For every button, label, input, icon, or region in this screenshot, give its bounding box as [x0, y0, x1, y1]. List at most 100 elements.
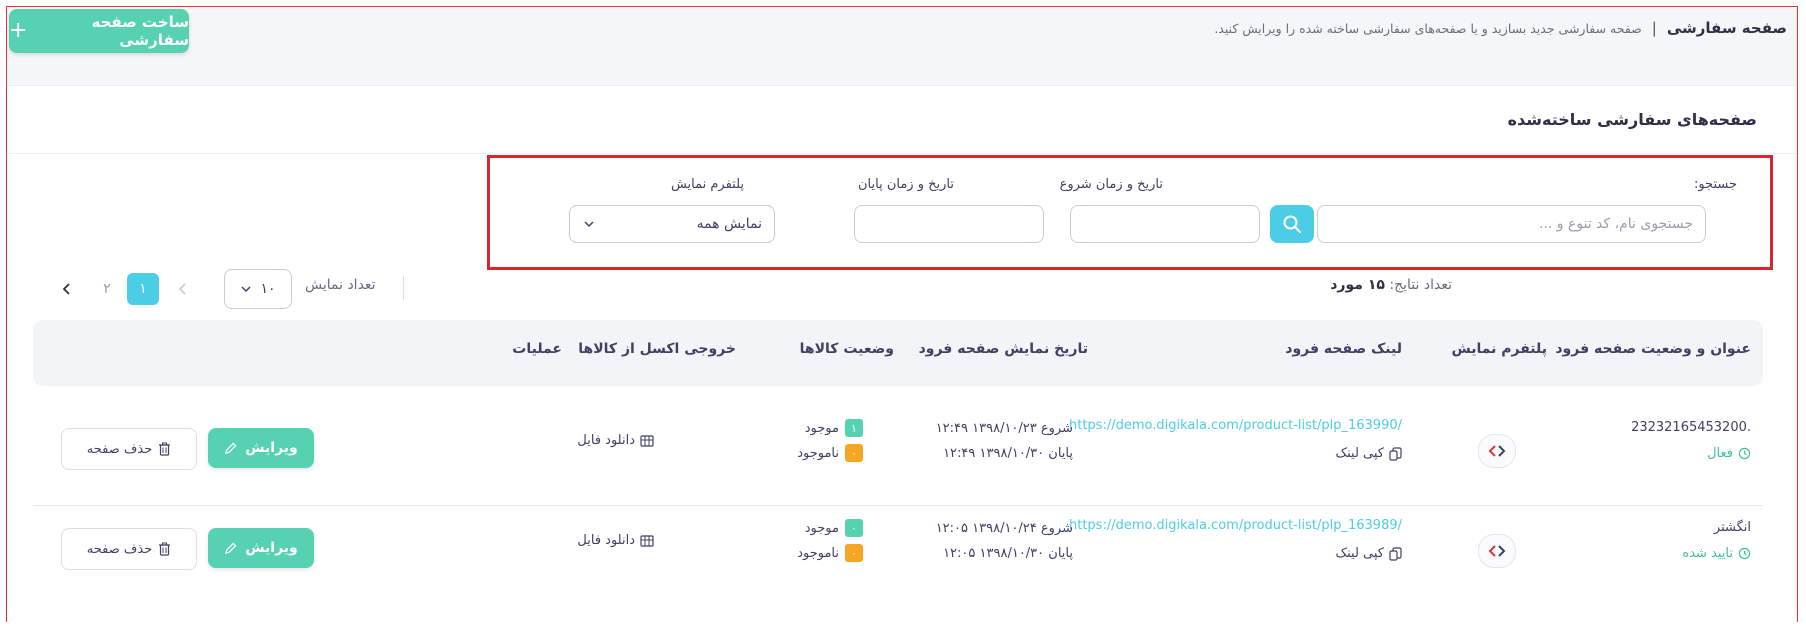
edit-button[interactable]: ویرایش: [208, 528, 314, 568]
download-label: دانلود فایل: [577, 533, 635, 548]
row-start-date: شروع ۱۳۹۸/۱۰/۲۳ ۱۲:۴۹: [935, 421, 1073, 436]
prev-page-button[interactable]: [167, 273, 199, 305]
next-page-button[interactable]: [51, 273, 83, 305]
results-label: تعداد نتایج:: [1389, 277, 1452, 293]
trash-icon: [159, 542, 171, 556]
col-excel: خروجی اکسل از کالاها: [578, 341, 736, 357]
platform-badge: [1478, 434, 1516, 468]
pager-separator: [403, 276, 404, 300]
chevron-left-icon: [178, 283, 186, 295]
row-title: .23232165453200: [1631, 420, 1751, 435]
platform-select-value: نمایش همه: [696, 216, 762, 232]
row-status: فعال: [1707, 446, 1751, 461]
stock-unavailable: ۰ ناموجود: [797, 544, 863, 562]
chevron-down-icon: [584, 221, 594, 228]
edit-button[interactable]: ویرایش: [208, 428, 314, 468]
chevron-down-icon: [241, 286, 251, 293]
page-1-button[interactable]: ۱: [127, 273, 159, 305]
trash-icon: [159, 442, 171, 456]
page-title: صفحه سفارشی: [1666, 19, 1787, 37]
start-date-input[interactable]: [1070, 205, 1260, 243]
stock-available: ۰ موجود: [805, 519, 863, 537]
available-label: موجود: [804, 520, 839, 536]
card-divider: [7, 153, 1797, 154]
pencil-icon: [225, 542, 237, 554]
row-link[interactable]: https://demo.digikala.com/product-list/p…: [1069, 518, 1402, 533]
results-value: ۱۵ مورد: [1330, 277, 1385, 293]
unavailable-count: ۰: [845, 444, 863, 462]
download-file-button[interactable]: دانلود فایل: [577, 533, 654, 548]
start-date-label: تاریخ و زمان شروع: [1059, 177, 1163, 192]
pencil-icon: [225, 442, 237, 454]
row-link[interactable]: https://demo.digikala.com/product-list/p…: [1069, 418, 1402, 433]
chevron-left-icon: [62, 283, 70, 295]
copy-icon: [1389, 446, 1402, 461]
copy-link-label: کپی لینک: [1335, 546, 1384, 561]
search-label: جستجو:: [1693, 177, 1737, 192]
row-status-label: فعال: [1707, 446, 1733, 461]
digikala-logo-icon: [1488, 545, 1506, 557]
col-title: عنوان و وضعیت صفحه فرود: [1555, 341, 1751, 357]
col-actions: عملیات: [512, 341, 562, 357]
search-input[interactable]: جستجوی نام، کد تنوع و ...: [1317, 205, 1706, 243]
row-end-date: پایان ۱۳۹۸/۱۰/۳۰ ۱۲:۰۵: [943, 546, 1073, 561]
heading-separator: |: [1651, 19, 1657, 37]
pagination-bar: تعداد نتایج: ۱۵ مورد تعداد نمایش ۱۰ ۱ ۲: [7, 262, 1797, 312]
stock-unavailable: ۰ ناموجود: [797, 444, 863, 462]
clock-icon: [1738, 447, 1751, 460]
available-count: ۱: [845, 419, 863, 437]
results-count: تعداد نتایج: ۱۵ مورد: [1330, 277, 1452, 293]
unavailable-label: ناموجود: [797, 445, 839, 461]
per-page-value: ۱۰: [260, 281, 276, 297]
delete-page-button[interactable]: حذف صفحه: [61, 428, 197, 470]
download-file-button[interactable]: دانلود فایل: [577, 433, 654, 448]
table-row: انگشتر تایید شده https://demo.digikala.c…: [33, 506, 1763, 606]
col-platform: پلتفرم نمایش: [1451, 341, 1547, 357]
platform-badge: [1478, 534, 1516, 568]
copy-icon: [1389, 546, 1402, 561]
unavailable-label: ناموجود: [797, 545, 839, 561]
stock-available: ۱ موجود: [805, 419, 863, 437]
edit-label: ویرایش: [245, 540, 298, 556]
copy-link-label: کپی لینک: [1335, 446, 1384, 461]
edit-label: ویرایش: [245, 440, 298, 456]
row-end-date: پایان ۱۳۹۸/۱۰/۳۰ ۱۲:۴۹: [943, 446, 1073, 461]
available-count: ۰: [845, 519, 863, 537]
per-page-select[interactable]: ۱۰: [224, 269, 292, 309]
end-date-label: تاریخ و زمان پایان: [858, 177, 954, 192]
available-label: موجود: [804, 420, 839, 436]
clock-icon: [1738, 547, 1751, 560]
row-title: انگشتر: [1713, 520, 1751, 535]
unavailable-count: ۰: [845, 544, 863, 562]
row-status-label: تایید شده: [1682, 546, 1733, 561]
delete-page-button[interactable]: حذف صفحه: [61, 528, 197, 570]
digikala-logo-icon: [1488, 445, 1506, 457]
plus-icon: +: [9, 18, 28, 43]
page-header: ساخت صفحه سفارشی + صفحه سفارشی | صفحه سف…: [7, 7, 1797, 85]
page-description: صفحه سفارشی جدید بسازید و یا صفحه‌های سف…: [1214, 20, 1642, 36]
col-link: لینک صفحه فرود: [1285, 341, 1402, 357]
page-heading: صفحه سفارشی | صفحه سفارشی جدید بسازید و …: [1214, 19, 1787, 37]
filter-panel: جستجو: جستجوی نام، کد تنوع و ... تاریخ و…: [487, 155, 1773, 270]
card-title: صفحه‌های سفارشی ساخته‌شده: [1507, 110, 1757, 129]
copy-link-button[interactable]: کپی لینک: [1335, 546, 1402, 561]
pages-card: صفحه‌های سفارشی ساخته‌شده جستجو: جستجوی …: [7, 85, 1797, 622]
per-page-label: تعداد نمایش: [305, 277, 376, 293]
end-date-input[interactable]: [854, 205, 1044, 243]
col-stock: وضعیت کالاها: [799, 341, 894, 357]
delete-label: حذف صفحه: [86, 441, 153, 457]
search-button[interactable]: [1270, 205, 1314, 243]
row-status: تایید شده: [1682, 546, 1751, 561]
create-custom-page-button[interactable]: ساخت صفحه سفارشی +: [9, 9, 189, 53]
copy-link-button[interactable]: کپی لینک: [1335, 446, 1402, 461]
excel-icon: [640, 434, 654, 447]
platform-label: پلتفرم نمایش: [670, 177, 744, 192]
platform-select[interactable]: نمایش همه: [569, 205, 775, 243]
table-header: عنوان و وضعیت صفحه فرود پلتفرم نمایش لین…: [33, 320, 1763, 386]
app-frame: ساخت صفحه سفارشی + صفحه سفارشی | صفحه سف…: [6, 6, 1798, 622]
table-row: .23232165453200 فعال https://demo.digika…: [33, 406, 1763, 506]
search-icon: [1283, 215, 1301, 233]
row-start-date: شروع ۱۳۹۸/۱۰/۲۴ ۱۲:۰۵: [935, 521, 1073, 536]
col-dates: تاریخ نمایش صفحه فرود: [918, 341, 1088, 357]
page-2-button[interactable]: ۲: [91, 273, 123, 305]
